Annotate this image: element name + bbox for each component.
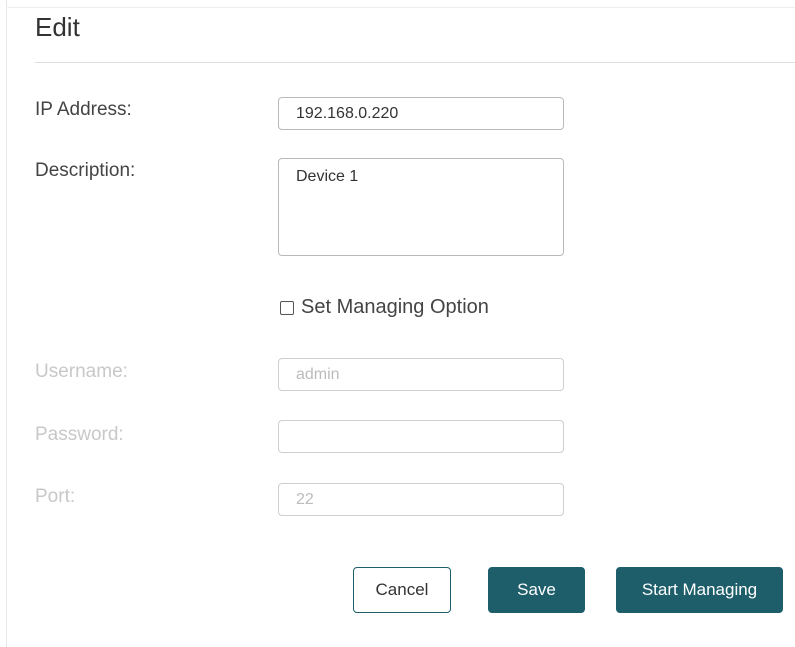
username-input[interactable] [278,358,564,391]
edit-dialog: Edit IP Address: Description: Device 1 S… [0,0,795,647]
description-textarea[interactable]: Device 1 [278,158,564,256]
username-label: Username: [35,361,128,382]
managing-option-row[interactable]: Set Managing Option [280,296,489,319]
dialog-left-border [6,0,7,647]
ip-address-label: IP Address: [35,99,132,120]
port-input[interactable] [278,483,564,516]
password-input[interactable] [278,420,564,453]
start-managing-button[interactable]: Start Managing [616,567,783,613]
managing-option-label[interactable]: Set Managing Option [301,296,489,319]
description-label: Description: [35,160,136,181]
save-button[interactable]: Save [488,567,585,613]
dialog-title: Edit [35,12,80,42]
dialog-top-border [6,7,795,8]
title-divider [35,62,795,63]
password-label: Password: [35,424,124,445]
cancel-button[interactable]: Cancel [353,567,451,613]
port-label: Port: [35,486,76,507]
ip-address-input[interactable] [278,97,564,130]
managing-option-checkbox[interactable] [280,300,294,315]
